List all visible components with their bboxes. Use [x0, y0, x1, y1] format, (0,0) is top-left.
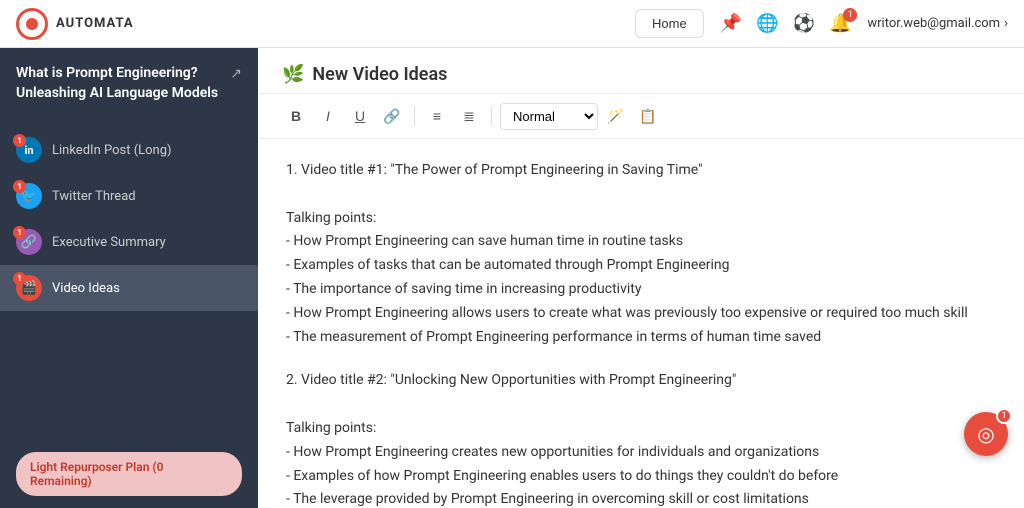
unordered-list-button[interactable]: ≣ [455, 102, 483, 130]
sidebar-item-twitter[interactable]: 1 🐦 Twitter Thread [0, 173, 258, 219]
sidebar-item-label-twitter: Twitter Thread [52, 189, 136, 204]
video1-point-2: - Examples of tasks that can be automate… [286, 254, 996, 278]
heading-select[interactable]: Normal Heading 1 Heading 2 Heading 3 [500, 103, 598, 130]
video1-talking: Talking points: [286, 207, 996, 231]
pin-icon[interactable]: 📌 [720, 13, 742, 34]
video1-section: 1. Video title #1: "The Power of Prompt … [286, 159, 996, 349]
toolbar-separator-1 [414, 106, 415, 126]
notification-icon[interactable]: 🔔 1 [829, 13, 851, 34]
video2-talking: Talking points: [286, 417, 996, 441]
executive-icon: 1 🔗 [16, 229, 42, 255]
sidebar-item-executive[interactable]: 1 🔗 Executive Summary [0, 219, 258, 265]
editor-leaf-icon: 🌿 [282, 64, 304, 85]
sidebar-item-label-executive: Executive Summary [52, 235, 166, 250]
sidebar-header: What is Prompt Engineering? Unleashing A… [0, 48, 258, 119]
chrome-icon[interactable]: 🌐 [756, 13, 778, 34]
sidebar-items-list: 1 in LinkedIn Post (Long) 1 🐦 Twitter Th… [0, 119, 258, 440]
home-button[interactable]: Home [635, 9, 704, 38]
main-layout: What is Prompt Engineering? Unleashing A… [0, 48, 1024, 508]
link-button[interactable]: 🔗 [378, 102, 406, 130]
wand-button[interactable]: 🪄 [602, 102, 630, 130]
twitter-icon: 1 🐦 [16, 183, 42, 209]
sidebar-item-video[interactable]: 1 🎬 Video Ideas [0, 265, 258, 311]
fab-button[interactable]: 1 ◎ [964, 412, 1008, 456]
underline-button[interactable]: U [346, 102, 374, 130]
fab-badge: 1 [996, 408, 1012, 424]
video-icon: 1 🎬 [16, 275, 42, 301]
logo-icon [16, 8, 48, 40]
video2-point-3: - The leverage provided by Prompt Engine… [286, 488, 996, 508]
video1-point-4: - How Prompt Engineering allows users to… [286, 302, 996, 326]
topnav: AUTOMATA Home 📌 🌐 ⚽ 🔔 1 writor.web@gmail… [0, 0, 1024, 48]
editor-toolbar: B I U 🔗 ≡ ≣ Normal Heading 1 Heading 2 H… [258, 94, 1024, 139]
toolbar-separator-2 [491, 106, 492, 126]
nav-icons: 📌 🌐 ⚽ 🔔 1 [720, 13, 852, 34]
editor-content[interactable]: 1. Video title #1: "The Power of Prompt … [258, 139, 1024, 508]
sidebar-bottom: Light Repurposer Plan (0 Remaining) [0, 440, 258, 508]
notification-badge: 1 [843, 8, 857, 22]
plan-badge[interactable]: Light Repurposer Plan (0 Remaining) [16, 452, 242, 496]
video2-section: 2. Video title #2: "Unlocking New Opport… [286, 369, 996, 508]
sidebar-item-label-linkedin: LinkedIn Post (Long) [52, 143, 172, 158]
fab-icon: ◎ [977, 422, 994, 446]
video2-point-1: - How Prompt Engineering creates new opp… [286, 441, 996, 465]
sidebar-item-label-video: Video Ideas [52, 281, 120, 296]
video1-point-1: - How Prompt Engineering can save human … [286, 230, 996, 254]
user-chevron-icon: › [1004, 16, 1008, 31]
italic-button[interactable]: I [314, 102, 342, 130]
video1-point-3: - The importance of saving time in incre… [286, 278, 996, 302]
external-link-icon[interactable]: ↗ [230, 66, 242, 82]
soccer-icon[interactable]: ⚽ [793, 13, 815, 34]
sidebar: What is Prompt Engineering? Unleashing A… [0, 48, 258, 508]
logo-inner [26, 18, 38, 30]
sidebar-item-linkedin[interactable]: 1 in LinkedIn Post (Long) [0, 127, 258, 173]
editor-area: 🌿 New Video Ideas B I U 🔗 ≡ ≣ Normal Hea… [258, 48, 1024, 508]
video2-title: 2. Video title #2: "Unlocking New Opport… [286, 369, 996, 393]
linkedin-icon: 1 in [16, 137, 42, 163]
logo-area: AUTOMATA [16, 8, 134, 40]
app-name: AUTOMATA [56, 16, 134, 31]
sidebar-title: What is Prompt Engineering? Unleashing A… [16, 64, 230, 103]
ordered-list-button[interactable]: ≡ [423, 102, 451, 130]
editor-title: New Video Ideas [312, 64, 447, 85]
video1-point-5: - The measurement of Prompt Engineering … [286, 326, 996, 350]
copy-button[interactable]: 📋 [634, 102, 662, 130]
video1-title: 1. Video title #1: "The Power of Prompt … [286, 159, 996, 183]
user-email: writor.web@gmail.com [867, 16, 1000, 31]
editor-header: 🌿 New Video Ideas [258, 48, 1024, 94]
user-area[interactable]: writor.web@gmail.com › [867, 16, 1008, 31]
bold-button[interactable]: B [282, 102, 310, 130]
video2-point-2: - Examples of how Prompt Engineering ena… [286, 465, 996, 489]
